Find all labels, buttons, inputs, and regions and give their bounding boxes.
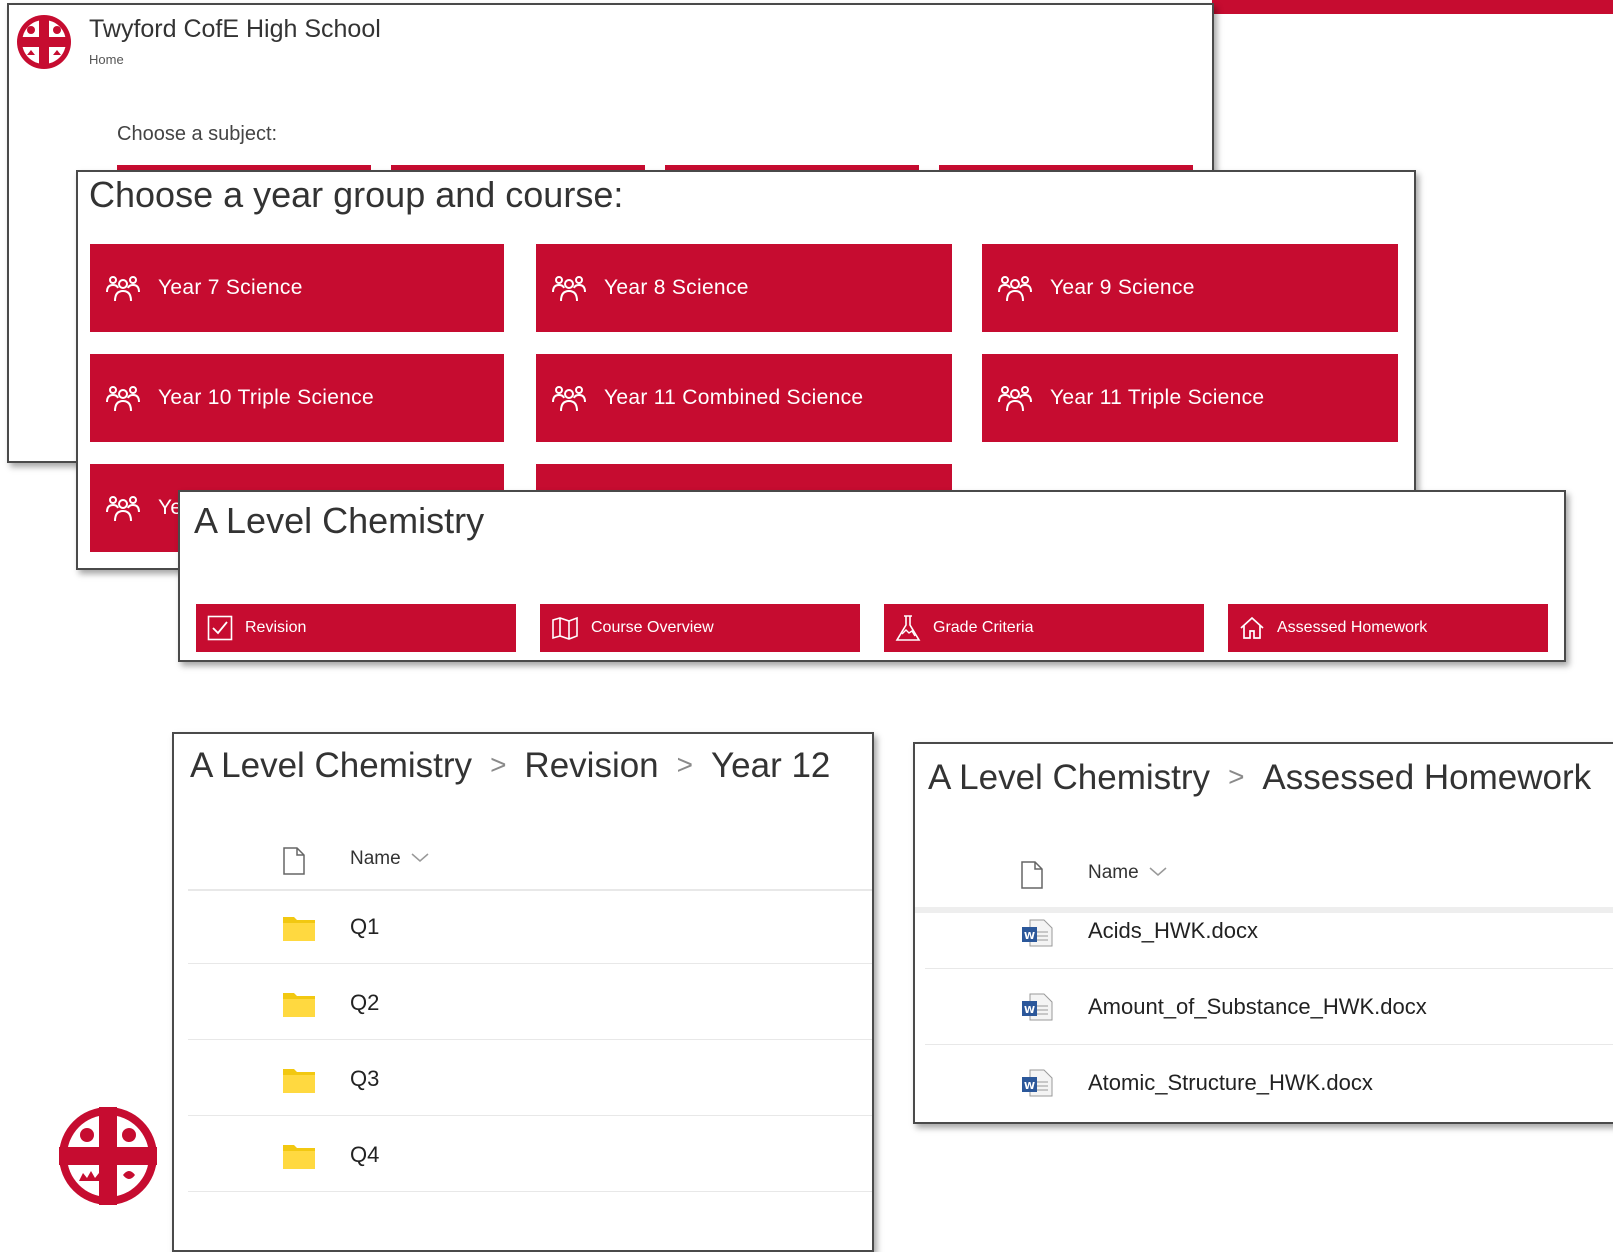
chevron-right-icon: >	[676, 749, 694, 780]
button-label: Assessed Homework	[1277, 619, 1428, 636]
group-icon	[106, 276, 140, 302]
assessed-homework-button[interactable]: Assessed Homework	[1228, 604, 1548, 652]
crumb-chemistry[interactable]: A Level Chemistry	[928, 758, 1210, 797]
chemistry-panel: A Level Chemistry Revision Course Overvi…	[178, 490, 1566, 662]
word-document-icon: W	[1022, 993, 1053, 1021]
group-icon	[998, 386, 1032, 412]
button-label: Revision	[245, 619, 307, 636]
folder-icon	[283, 1145, 315, 1169]
group-icon	[106, 386, 140, 412]
checkbox-icon	[207, 615, 233, 641]
name-column-header[interactable]: Name	[350, 848, 430, 870]
word-document-icon: W	[1022, 919, 1053, 947]
word-document-icon: W	[1022, 1069, 1053, 1097]
group-icon	[106, 496, 140, 522]
tile-label: Year 10 Triple Science	[158, 386, 374, 409]
tile-year-9-science[interactable]: Year 9 Science	[982, 244, 1398, 332]
chevron-right-icon: >	[1228, 761, 1245, 792]
top-accent-strip	[1212, 0, 1613, 14]
revision-library-panel: A Level Chemistry > Revision > Year 12 Name …	[172, 732, 874, 1252]
chevron-down-icon	[411, 853, 429, 862]
group-icon	[552, 386, 586, 412]
folder-icon	[283, 1069, 315, 1093]
svg-text:W: W	[1024, 1081, 1035, 1092]
tile-label: Year 11 Triple Science	[1050, 386, 1265, 409]
svg-text:W: W	[1024, 931, 1035, 942]
group-icon	[552, 276, 586, 302]
row-divider	[188, 1039, 872, 1040]
crumb-year-12: Year 12	[711, 746, 831, 785]
name-column-header[interactable]: Name	[1088, 862, 1168, 884]
folder-name[interactable]: Q3	[350, 1066, 379, 1092]
chevron-down-icon	[1149, 867, 1167, 876]
row-divider	[188, 963, 872, 964]
map-icon	[552, 616, 578, 640]
subject-prompt: Choose a subject:	[117, 123, 278, 145]
flask-icon	[895, 615, 921, 641]
homework-library-panel: A Level Chemistry > Assessed Homework Name…	[913, 742, 1613, 1124]
chevron-right-icon: >	[490, 749, 507, 780]
tile-year-7-science[interactable]: Year 7 Science	[90, 244, 504, 332]
group-icon	[998, 276, 1032, 302]
folder-name[interactable]: Q4	[350, 1142, 379, 1168]
file-name[interactable]: Amount_of_Substance_HWK.docx	[1088, 994, 1427, 1020]
tile-label: Year 8 Science	[604, 276, 749, 299]
homework-breadcrumb: A Level Chemistry > Assessed Homework	[928, 758, 1591, 798]
file-name[interactable]: Acids_HWK.docx	[1088, 918, 1258, 944]
folder-name[interactable]: Q2	[350, 990, 379, 1016]
course-overview-button[interactable]: Course Overview	[540, 604, 860, 652]
row-divider	[188, 1191, 872, 1192]
button-label: Course Overview	[591, 619, 714, 636]
tile-year-11-combined-science[interactable]: Year 11 Combined Science	[536, 354, 952, 442]
home-icon	[1240, 616, 1264, 639]
svg-text:W: W	[1024, 1005, 1035, 1016]
chemistry-heading: A Level Chemistry	[194, 500, 485, 541]
school-crest-logo	[57, 1105, 159, 1212]
site-title[interactable]: Twyford CofE High School	[89, 15, 381, 44]
tile-year-11-triple-science[interactable]: Year 11 Triple Science	[982, 354, 1398, 442]
library-breadcrumb: A Level Chemistry > Revision > Year 12	[190, 746, 830, 786]
button-label: Grade Criteria	[933, 619, 1034, 636]
crumb-chemistry[interactable]: A Level Chemistry	[190, 746, 472, 785]
folder-icon	[283, 993, 315, 1017]
header-divider	[188, 889, 872, 891]
crumb-assessed-homework: Assessed Homework	[1262, 758, 1592, 797]
tile-year-8-science[interactable]: Year 8 Science	[536, 244, 952, 332]
breadcrumb[interactable]: Home	[89, 52, 124, 67]
folder-icon	[283, 917, 315, 941]
row-divider	[925, 968, 1613, 969]
crumb-revision[interactable]: Revision	[524, 746, 658, 785]
file-type-icon	[283, 847, 305, 875]
school-logo	[15, 13, 73, 76]
folder-name[interactable]: Q1	[350, 914, 379, 940]
tile-label: Year 7 Science	[158, 276, 303, 299]
row-divider	[925, 1044, 1613, 1045]
row-divider	[188, 1115, 872, 1116]
grade-criteria-button[interactable]: Grade Criteria	[884, 604, 1204, 652]
header-divider	[915, 907, 1613, 913]
file-type-icon	[1021, 861, 1043, 889]
tile-year-10-triple-science[interactable]: Year 10 Triple Science	[90, 354, 504, 442]
revision-button[interactable]: Revision	[196, 604, 516, 652]
tile-label: Year 11 Combined Science	[604, 386, 864, 409]
year-group-heading: Choose a year group and course:	[89, 174, 624, 215]
file-name[interactable]: Atomic_Structure_HWK.docx	[1088, 1070, 1373, 1096]
tile-label: Year 9 Science	[1050, 276, 1195, 299]
